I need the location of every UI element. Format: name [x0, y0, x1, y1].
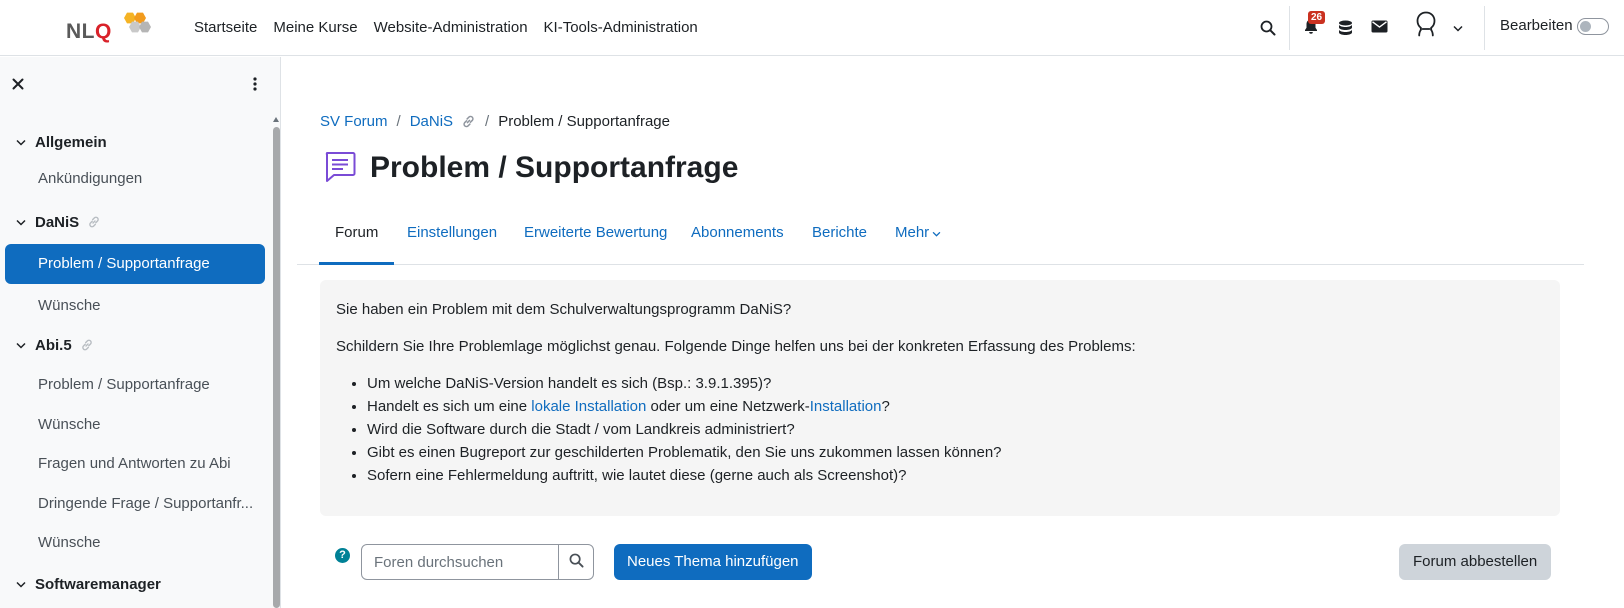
nav-ki-tools-administration[interactable]: KI-Tools-Administration	[536, 0, 706, 56]
tab-einstellungen[interactable]: Einstellungen	[391, 213, 513, 265]
link-installation[interactable]: Installation	[810, 398, 882, 415]
breadcrumb-sv-forum[interactable]: SV Forum	[320, 113, 388, 130]
notifications-button[interactable]: 26	[1299, 11, 1326, 40]
sidebar-item-problem-supportanfrage[interactable]: Problem / Supportanfrage	[38, 376, 260, 393]
notification-count-badge: 26	[1308, 11, 1326, 24]
navbar-divider	[1289, 6, 1290, 50]
page-title: Problem / Supportanfrage	[370, 151, 739, 184]
nav-startseite[interactable]: Startseite	[186, 0, 265, 56]
envelope-icon	[1371, 20, 1388, 37]
site-logo[interactable]: NLQ	[66, 10, 156, 46]
sidebar-section-abi5[interactable]: Abi.5	[14, 333, 94, 357]
top-navbar: NLQ Startseite Meine Kurse Website-Admin…	[0, 0, 1624, 56]
course-index-drawer: Allgemein Ankündigungen DaNiS Problem / …	[0, 57, 281, 608]
forum-search	[361, 544, 594, 580]
user-menu-avatar[interactable]	[1412, 10, 1440, 42]
nav-meine-kurse[interactable]: Meine Kurse	[265, 0, 365, 56]
sidebar-item-wuensche[interactable]: Wünsche	[38, 297, 260, 314]
sidebar-item-ankuendigungen[interactable]: Ankündigungen	[38, 170, 260, 187]
intro-paragraph: Schildern Sie Ihre Problemlage möglichst…	[336, 338, 1136, 355]
search-icon	[569, 553, 584, 572]
user-avatar-icon	[1413, 10, 1439, 42]
list-item: Handelt es sich um eine lokale Installat…	[367, 396, 1544, 418]
primary-navigation: Startseite Meine Kurse Website-Administr…	[186, 0, 706, 56]
sidebar-section-label: Allgemein	[35, 133, 107, 151]
chevron-down-icon[interactable]	[14, 338, 28, 352]
tab-berichte[interactable]: Berichte	[796, 213, 883, 265]
unsubscribe-forum-button[interactable]: Forum abbestellen	[1399, 544, 1552, 580]
list-item: Wird die Software durch die Stadt / vom …	[367, 419, 1544, 441]
tab-mehr[interactable]: Mehr	[879, 213, 957, 265]
chevron-down-icon[interactable]	[14, 215, 28, 229]
list-item: Sofern eine Fehlermeldung auftritt, wie …	[367, 465, 1544, 487]
link-icon	[87, 215, 101, 229]
sidebar-section-label: Abi.5	[35, 336, 72, 354]
link-icon	[80, 338, 94, 352]
breadcrumb: SV Forum / DaNiS / Problem / Supportanfr…	[320, 113, 670, 130]
edit-mode-toggle[interactable]	[1577, 18, 1609, 35]
search-input[interactable]	[361, 544, 559, 580]
nav-website-administration[interactable]: Website-Administration	[366, 0, 536, 56]
forum-intro: Sie haben ein Problem mit dem Schulverwa…	[320, 280, 1560, 516]
sidebar-section-allgemein[interactable]: Allgemein	[14, 130, 107, 154]
sidebar-section-label: DaNiS	[35, 213, 80, 231]
database-icon[interactable]	[1333, 16, 1357, 40]
sidebar-item-problem-supportanfrage-active[interactable]: Problem / Supportanfrage	[5, 244, 265, 284]
sidebar-item-wuensche[interactable]: Wünsche	[38, 534, 260, 551]
sidebar-section-softwaremanager[interactable]: Softwaremanager	[14, 572, 161, 596]
tab-forum[interactable]: Forum	[319, 213, 395, 265]
breadcrumb-current: Problem / Supportanfrage	[498, 113, 670, 130]
secondary-navigation: Forum Einstellungen Erweiterte Bewertung…	[297, 213, 1584, 265]
tab-erweiterte-bewertung[interactable]: Erweiterte Bewertung	[508, 213, 683, 265]
close-icon[interactable]	[8, 74, 28, 94]
sidebar-item-fragen-und-antworten[interactable]: Fragen und Antworten zu Abi	[38, 455, 260, 472]
list-item: Um welche DaNiS-Version handelt es sich …	[367, 373, 1544, 395]
messages-button[interactable]	[1367, 16, 1391, 40]
sidebar-section-label: Softwaremanager	[35, 575, 161, 593]
sidebar-section-danis[interactable]: DaNiS	[14, 210, 101, 234]
list-item: Gibt es einen Bugreport zur geschilderte…	[367, 442, 1544, 464]
chevron-down-icon	[932, 213, 941, 253]
scroll-up-arrow[interactable]	[273, 117, 279, 122]
forum-icon	[323, 150, 357, 184]
scrollbar-thumb[interactable]	[273, 127, 280, 608]
kebab-icon[interactable]	[248, 74, 262, 94]
edit-mode-label: Bearbeiten	[1500, 17, 1573, 34]
logo-text: NLQ	[66, 20, 112, 43]
navbar-divider	[1484, 6, 1485, 50]
link-lokale-installation[interactable]: lokale Installation	[531, 398, 646, 415]
intro-list: Um welche DaNiS-Version handelt es sich …	[367, 373, 1544, 487]
sidebar-item-dringende-frage[interactable]: Dringende Frage / Supportanfr...	[38, 495, 260, 512]
tab-abonnements[interactable]: Abonnements	[675, 213, 800, 265]
search-button[interactable]	[558, 544, 594, 580]
breadcrumb-danis[interactable]: DaNiS	[410, 113, 453, 130]
search-icon[interactable]	[1256, 16, 1280, 40]
chevron-down-icon[interactable]	[1451, 16, 1465, 40]
question-icon[interactable]: ?	[335, 548, 350, 563]
chevron-down-icon[interactable]	[14, 135, 28, 149]
add-topic-button[interactable]: Neues Thema hinzufügen	[614, 544, 812, 580]
link-icon	[461, 114, 476, 129]
sidebar-scrollbar[interactable]	[272, 57, 281, 608]
chevron-down-icon[interactable]	[14, 577, 28, 591]
sidebar-item-wuensche[interactable]: Wünsche	[38, 416, 260, 433]
intro-paragraph: Sie haben ein Problem mit dem Schulverwa…	[336, 301, 792, 318]
